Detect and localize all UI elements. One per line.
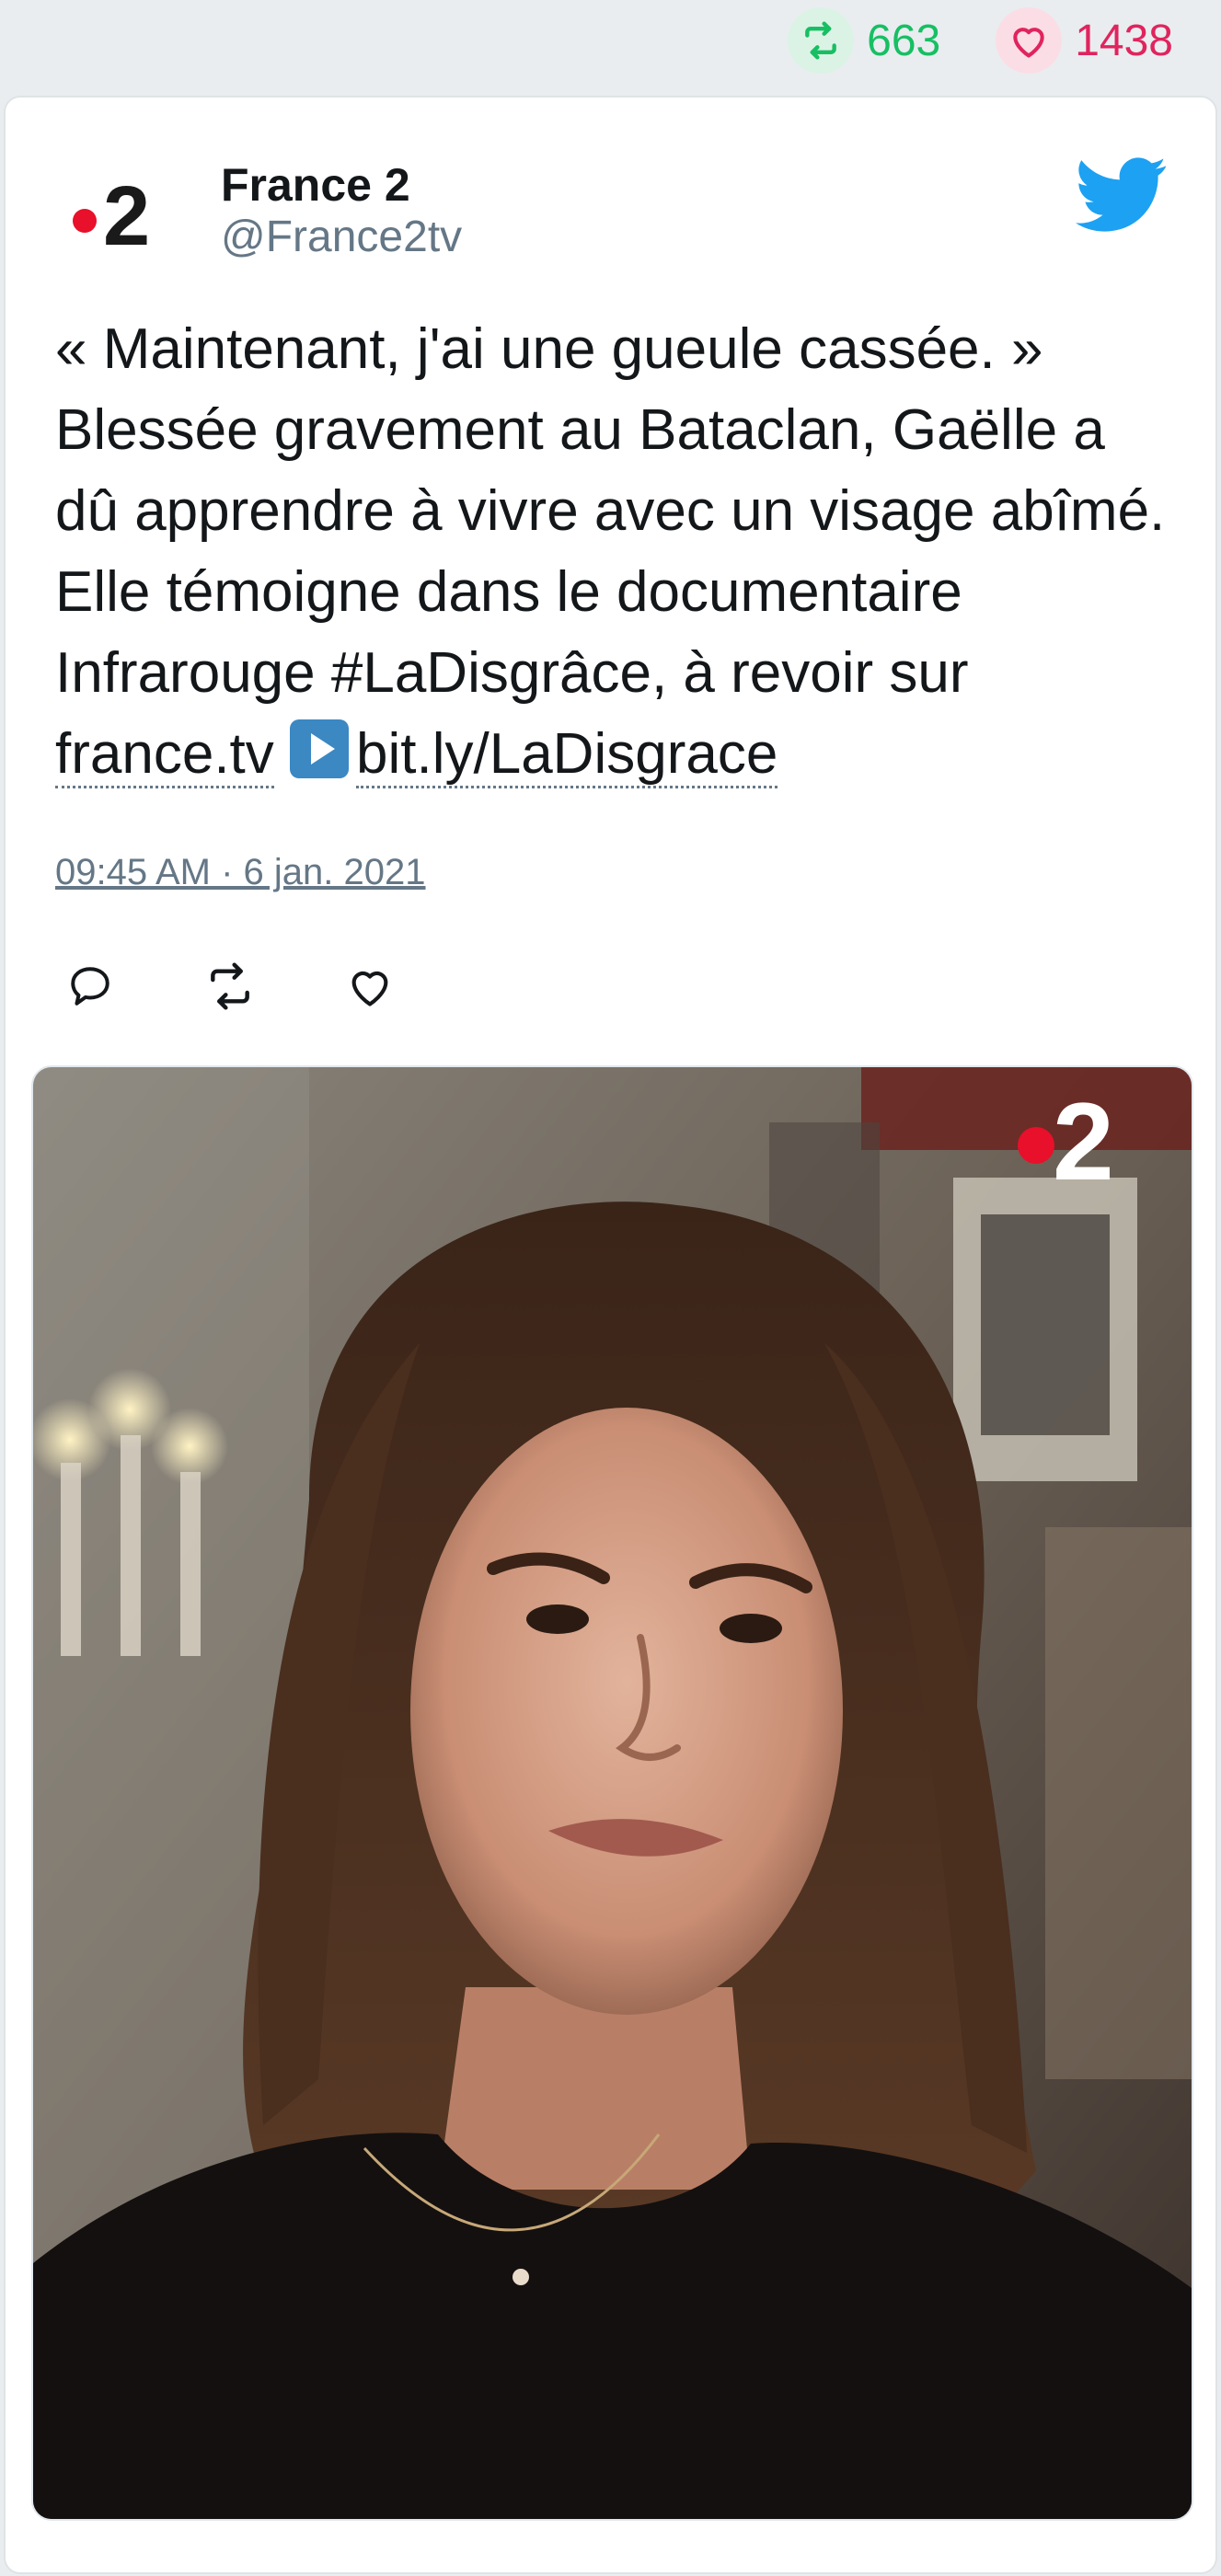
author-avatar[interactable]: 2 — [55, 153, 175, 272]
heart-stat-icon — [996, 7, 1063, 74]
author-handle[interactable]: @France2tv — [221, 212, 462, 263]
svg-text:2: 2 — [103, 171, 150, 254]
like-button[interactable] — [340, 957, 399, 1016]
reply-icon — [71, 967, 109, 1006]
tweet-text: « Maintenant, j'ai une gueule cassée. » … — [55, 309, 1179, 795]
reply-button[interactable] — [61, 957, 120, 1016]
play-button-icon — [290, 719, 350, 778]
link-france-tv[interactable]: france.tv — [55, 722, 274, 788]
like-count: 1438 — [1075, 16, 1173, 65]
like-icon — [351, 971, 388, 1006]
author-info: France 2 @France2tv — [221, 158, 462, 263]
tweet-body-text: « Maintenant, j'ai une gueule cassée. » … — [55, 317, 1166, 705]
tweet-media-video[interactable]: 2 — [31, 1065, 1193, 2521]
tweet-card: 2 France 2 @France2tv « Maintenant, j'ai… — [4, 96, 1217, 2574]
tweet-timestamp[interactable]: 09:45 AM · 6 jan. 2021 — [55, 852, 426, 893]
author-name[interactable]: France 2 — [221, 158, 462, 212]
retweet-button[interactable] — [201, 957, 259, 1016]
tweet-header: 2 France 2 @France2tv — [55, 153, 1168, 272]
svg-text:2: 2 — [1053, 1080, 1114, 1203]
retweet-count-button[interactable]: 663 — [788, 7, 940, 74]
france2-logo-icon: 2 — [73, 171, 150, 254]
engagement-stats: 663 1438 — [788, 0, 1221, 81]
like-count-button[interactable]: 1438 — [996, 7, 1173, 74]
retweet-stat-icon — [788, 7, 855, 74]
retweet-count: 663 — [867, 16, 941, 65]
retweet-icon — [211, 962, 249, 1010]
link-bitly-ladisgrace[interactable]: bit.ly/LaDisgrace — [356, 722, 778, 788]
twitter-bird-icon[interactable] — [1076, 156, 1168, 234]
video-thumbnail: 2 — [33, 1067, 1192, 2519]
tweet-actions — [61, 957, 399, 1016]
